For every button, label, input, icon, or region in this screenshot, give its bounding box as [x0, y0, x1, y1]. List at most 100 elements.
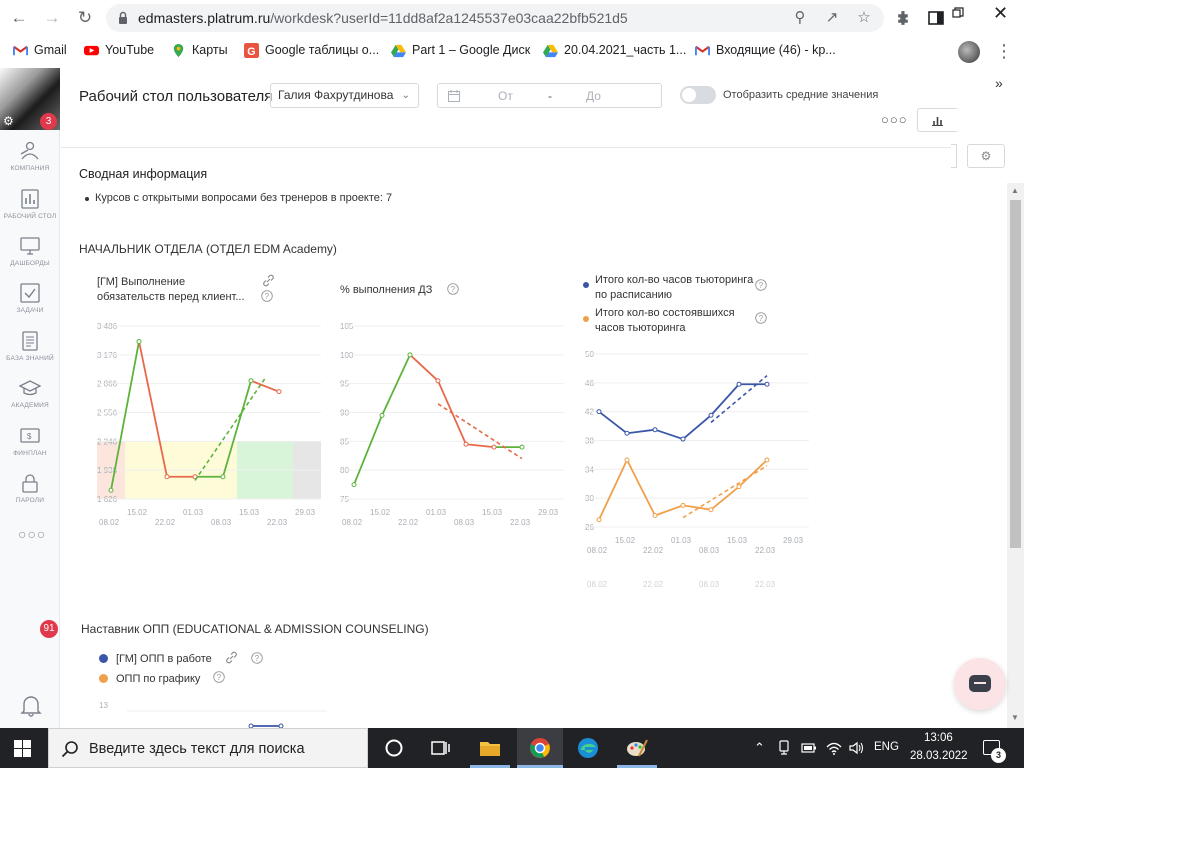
sidebar-item-academy[interactable]: АКАДЕМИЯ: [0, 377, 60, 421]
wifi-icon[interactable]: [826, 741, 842, 755]
browser-menu-icon[interactable]: ⋮: [995, 41, 1013, 62]
address-bar[interactable]: edmasters.platrum.ru/workdesk?userId=11d…: [106, 4, 884, 32]
calendar-icon: [448, 90, 460, 102]
chart2-series-point: [379, 412, 385, 418]
cortana-icon[interactable]: [382, 736, 406, 760]
x-tick-label: 22.02: [398, 518, 419, 527]
link-icon[interactable]: [262, 274, 275, 287]
chrome-active-indicator: [517, 765, 563, 768]
paint-icon[interactable]: [625, 736, 649, 760]
extensions-icon[interactable]: [895, 10, 912, 27]
sidebar-label: БАЗА ЗНАНИЙ: [6, 355, 54, 362]
scroll-up-icon[interactable]: ▲: [1011, 186, 1019, 195]
x-tick-label: 08.02: [587, 546, 608, 555]
sidebar-item-finplan[interactable]: $ ФИНПЛАН: [0, 425, 60, 469]
bookmark-inbox[interactable]: Входящие (46) - kp...: [695, 41, 836, 59]
date-to-input[interactable]: До: [586, 89, 601, 103]
y-tick-label: 80: [340, 466, 349, 475]
chart3-series-scheduled-segment: [682, 414, 712, 440]
file-explorer-icon[interactable]: [478, 736, 502, 760]
battery-icon[interactable]: [801, 741, 817, 754]
bookmark-drive-2[interactable]: 20.04.2021_часть 1...: [543, 41, 686, 59]
chart3-series-scheduled-segment: [654, 428, 684, 440]
bookmark-youtube[interactable]: YouTube: [84, 41, 154, 59]
show-averages-toggle[interactable]: [680, 86, 716, 104]
chart-view-button[interactable]: [917, 108, 957, 132]
gmail-icon: [695, 45, 710, 55]
bookmark-maps[interactable]: Карты: [171, 41, 228, 59]
browser-profile-avatar[interactable]: [958, 41, 980, 63]
tray-expand-icon[interactable]: ⌃: [754, 740, 765, 756]
help-icon[interactable]: ?: [213, 671, 225, 683]
y-tick-label: 30: [585, 494, 594, 503]
language-indicator[interactable]: ENG: [874, 741, 899, 753]
bookmark-gmail[interactable]: Gmail: [13, 41, 67, 59]
taskbar-search[interactable]: Введите здесь текст для поиска: [48, 728, 368, 768]
volume-icon[interactable]: [849, 741, 865, 755]
scroll-down-icon[interactable]: ▼: [1011, 713, 1019, 722]
chat-button[interactable]: [954, 658, 1006, 710]
restore-icon[interactable]: [952, 7, 964, 19]
scroll-thumb[interactable]: [1010, 200, 1021, 548]
user-select[interactable]: Галия Фахрутдинова ⌄: [270, 83, 419, 108]
chart3-series-actual-point: [652, 512, 658, 518]
sidebar-label: ЗАДАЧИ: [16, 307, 44, 314]
chart3-legend-scheduled: Итого кол-во часов тьюторинга по расписа…: [595, 274, 754, 301]
chart2-series-point: [407, 352, 413, 358]
x-tick-label: 15.02: [127, 508, 148, 517]
x-tick-label-faded: 22.02: [643, 580, 664, 589]
help-icon[interactable]: ?: [261, 290, 273, 302]
clock-date[interactable]: 28.03.2022: [910, 750, 968, 762]
task-view-icon[interactable]: [428, 736, 452, 760]
help-icon[interactable]: ?: [755, 312, 767, 324]
more-options-icon[interactable]: ○○○: [881, 112, 908, 127]
gmail-icon: [13, 45, 28, 55]
help-icon[interactable]: ?: [755, 279, 767, 291]
share-icon[interactable]: ↗: [822, 8, 842, 28]
sidepanel-icon[interactable]: [928, 10, 944, 26]
help-icon[interactable]: ?: [447, 283, 459, 295]
chart2-series-point: [351, 482, 357, 488]
chrome-icon[interactable]: [528, 736, 552, 760]
sidebar-item-dashboards[interactable]: ДАШБОРДЫ: [0, 235, 60, 279]
sidebar-item-company[interactable]: КОМПАНИЯ: [0, 140, 60, 184]
date-from-input[interactable]: От: [498, 89, 513, 103]
mentor-legend-inwork: [ГМ] ОПП в работе: [116, 653, 212, 665]
bookmark-sheets[interactable]: G Google таблицы о...: [244, 41, 379, 59]
date-range-picker[interactable]: От - До: [437, 83, 662, 108]
sidebar-item-passwords[interactable]: ПАРОЛИ: [0, 472, 60, 516]
academy-icon: [19, 380, 41, 396]
svg-text:?: ?: [255, 654, 260, 663]
clock-time[interactable]: 13:06: [924, 732, 953, 744]
reload-icon[interactable]: ↻: [74, 7, 96, 29]
page-scrollbar[interactable]: ▲ ▼: [1007, 183, 1024, 728]
windows-start-icon[interactable]: [14, 740, 31, 757]
meet-now-icon[interactable]: [777, 740, 791, 756]
zoom-icon[interactable]: ⚲: [790, 8, 810, 28]
x-tick-label: 01.03: [183, 508, 204, 517]
chart2-title: % выполнения ДЗ: [340, 283, 432, 298]
sidebar-item-tasks[interactable]: ЗАДАЧИ: [0, 282, 60, 326]
back-icon[interactable]: ←: [8, 7, 30, 29]
close-icon[interactable]: ✕: [993, 3, 1008, 24]
chart2-plot: 105100959085807515.02 01.03 15.03 29.0308.0…: [340, 322, 564, 527]
sidebar-more-icon[interactable]: ○○○: [18, 526, 46, 542]
date-separator: -: [548, 89, 552, 103]
forward-icon[interactable]: →: [41, 7, 63, 29]
edge-icon[interactable]: [576, 736, 600, 760]
sidebar-item-knowledge[interactable]: БАЗА ЗНАНИЙ: [0, 330, 60, 374]
chart3-series-scheduled-point: [624, 430, 630, 436]
help-icon[interactable]: ?: [251, 652, 263, 664]
svg-text:?: ?: [759, 314, 764, 323]
sidebar-item-workdesk[interactable]: РАБОЧИЙ СТОЛ: [0, 188, 60, 232]
x-tick-label: 15.02: [615, 536, 636, 545]
chart2-series-point: [463, 441, 469, 447]
bookmark-drive-1[interactable]: Part 1 – Google Диск: [391, 41, 530, 59]
summary-item: Курсов с открытыми вопросами без тренеро…: [84, 192, 393, 204]
bell-icon[interactable]: [20, 693, 42, 717]
link-icon[interactable]: [225, 651, 238, 664]
bookmark-star-icon[interactable]: ☆: [854, 8, 874, 28]
x-tick-label: 15.03: [239, 508, 260, 517]
expand-icon[interactable]: »: [995, 75, 1003, 91]
settings-gear-icon[interactable]: ⚙: [3, 115, 15, 127]
